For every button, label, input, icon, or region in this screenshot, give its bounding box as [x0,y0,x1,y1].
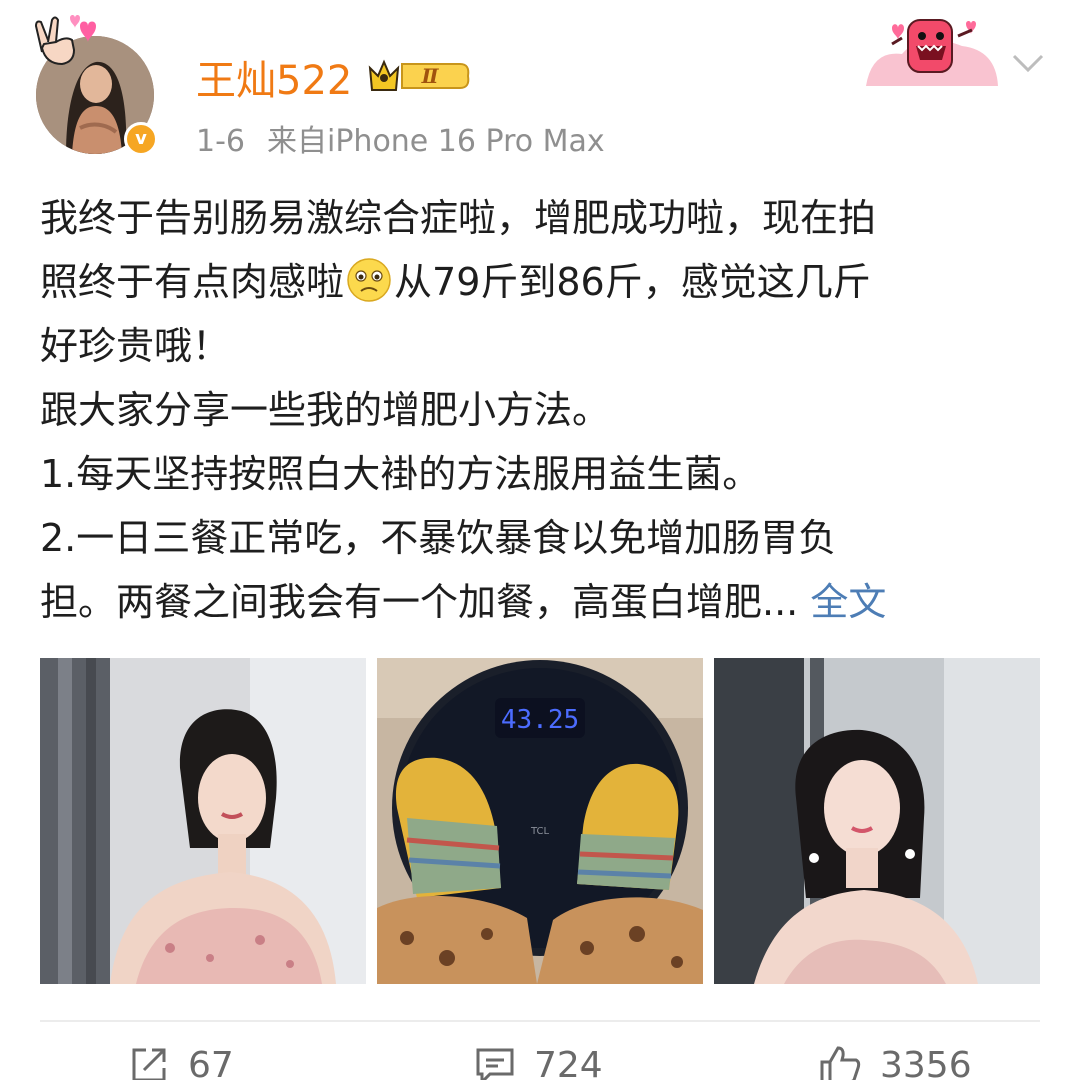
verified-badge: v [124,122,158,156]
weibo-post: v 王灿522 Ⅱ 1-6 来自iPhone 16 Pro Max 我终于告别肠易… [0,0,1080,1080]
like-count: 3356 [880,1044,972,1080]
like-button[interactable]: 3356 [818,1040,972,1080]
post-meta: 1-6 来自iPhone 16 Pro Max [196,116,605,160]
username[interactable]: 王灿522 [196,48,352,106]
full-text-link[interactable]: 全文 [810,580,886,624]
post-line: 跟大家分享一些我的增肥小方法。 [40,388,611,432]
post-line-part: 担。两餐之间我会有一个加餐，高蛋白增肥... [40,580,811,624]
post-line: 照终于有点肉感啦 从79斤到86斤，感觉这几斤 [40,250,1040,314]
comment-button[interactable]: 724 [474,1040,603,1080]
post-line: 好珍贵哦！ [40,324,231,368]
domo-sticker-icon [866,19,998,86]
post-body: 我终于告别肠易激综合症啦，增肥成功啦，现在拍 照终于有点肉感啦 从79斤到86斤… [40,186,1040,634]
thumbs-up-icon [820,1046,861,1080]
level-badge-text: Ⅱ [421,64,440,88]
repost-button[interactable]: 67 [128,1040,234,1080]
post-line: 我终于告别肠易激综合症啦，增肥成功啦，现在拍 [40,196,877,240]
post-line: 1.每天坚持按照白大褂的方法服用益生菌。 [40,452,761,496]
comment-icon [476,1048,514,1080]
post-photo-3[interactable] [714,658,1040,984]
post-photo-2[interactable]: 43.25 TCL [377,658,703,984]
post-line: 担。两餐之间我会有一个加餐，高蛋白增肥... 全文 [40,570,1040,634]
crown-level-icon[interactable]: Ⅱ [368,56,472,96]
repost-icon [132,1048,166,1080]
post-line-part: 从79斤到86斤，感觉这几斤 [394,260,871,304]
post-line: 2.一日三餐正常吃，不暴饮暴食以免增加肠胃负 [40,516,837,560]
repost-count: 67 [188,1044,234,1080]
comment-count: 724 [534,1044,603,1080]
sad-face-emoji-icon [347,258,391,302]
post-source: 来自iPhone 16 Pro Max [267,124,605,159]
chevron-down-icon[interactable] [1008,48,1048,78]
scale-reading: 43.25 [501,705,579,735]
hand-sticker-icon [34,15,96,66]
action-divider [40,1020,1040,1022]
scale-brand: TCL [530,826,550,837]
post-photo-1[interactable] [40,658,366,984]
post-line-part: 照终于有点肉感啦 [40,260,345,304]
post-time: 1-6 [196,124,245,159]
